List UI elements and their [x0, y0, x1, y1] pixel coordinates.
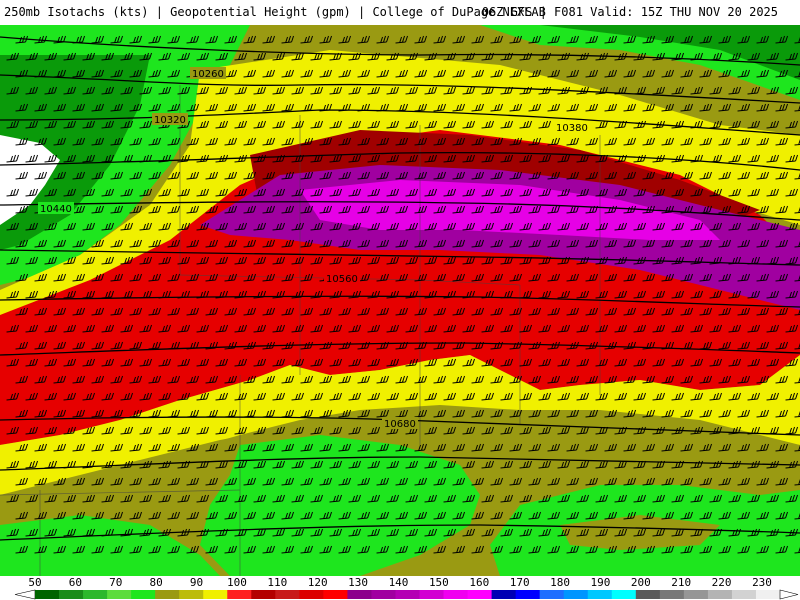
colorbar-swatch	[227, 590, 252, 599]
contour-label-10380: 10380	[556, 123, 588, 134]
colorbar-label: 130	[348, 576, 369, 589]
colorbar-label: 60	[68, 576, 82, 589]
colorbar-swatch	[611, 590, 637, 599]
colorbar-label: 100	[227, 576, 247, 589]
colorbar-swatch	[155, 590, 180, 599]
colorbar-swatch	[419, 590, 445, 599]
colorbar-labels: 50 60 70 80 90 100 110 120 130 140 150 160 170 180 190…	[0, 576, 800, 589]
colorbar-swatch	[299, 590, 324, 599]
colorbar-swatch	[443, 590, 469, 599]
colorbar-swatch	[539, 590, 565, 599]
colorbar-swatch	[371, 590, 396, 599]
colorbar-swatch	[203, 590, 228, 599]
contour-label-10320: 10320	[154, 115, 186, 126]
colorbar-swatch	[563, 590, 589, 599]
colorbar-swatch	[275, 590, 300, 599]
contour-label-10260: 10260	[192, 69, 224, 80]
colorbar-label: 180	[550, 576, 570, 589]
colorbar-label: 220	[711, 576, 732, 589]
colorbar-swatch	[515, 590, 541, 599]
colorbar-min-arrow	[14, 589, 36, 600]
colorbar-swatch	[683, 590, 709, 599]
colorbar-label: 80	[149, 576, 163, 589]
contour-label-10440: 10440	[40, 204, 72, 215]
colorbar-swatch	[323, 590, 348, 599]
colorbar-swatch	[107, 590, 132, 599]
map-header: 250mb Isotachs (kts) | Geopotential Heig…	[0, 0, 800, 25]
colorbar-swatch	[635, 590, 661, 599]
colorbar-label: 160	[469, 576, 490, 589]
colorbar-max-arrow	[779, 589, 799, 600]
contour-label-10680: 10680	[384, 419, 416, 430]
isotach-map: 10260 10320 10380 10440 10560 10680	[0, 25, 800, 576]
contour-label-10560: 10560	[326, 274, 358, 285]
colorbar-swatch	[83, 590, 108, 599]
isotach-colorbar: 50 60 70 80 90 100 110 120 130 140 150 160 170 180 190…	[0, 576, 800, 600]
colorbar-swatch	[491, 590, 517, 599]
colorbar-label: 70	[109, 576, 123, 589]
colorbar-swatch	[467, 590, 493, 599]
colorbar-label: 230	[752, 576, 772, 589]
colorbar-label: 90	[189, 576, 204, 589]
colorbar-label: 190	[590, 576, 611, 589]
colorbar-swatch	[179, 590, 204, 599]
colorbar-label: 170	[509, 576, 530, 589]
colorbar-swatch	[395, 590, 421, 599]
model-run-info: 06Z GFS | F081 Valid: 15Z THU NOV 20 202…	[481, 5, 778, 19]
colorbar-label: 120	[307, 576, 328, 589]
colorbar-label: 210	[671, 576, 692, 589]
colorbar-swatch	[731, 590, 757, 599]
colorbar-label: 50	[28, 576, 42, 589]
colorbar-swatch	[131, 590, 156, 599]
colorbar-swatch	[251, 590, 276, 599]
colorbar-label: 110	[267, 576, 288, 589]
colorbar-label: 150	[428, 576, 449, 589]
colorbar-swatch	[659, 590, 685, 599]
colorbar-swatch	[59, 590, 84, 599]
colorbar-swatch	[755, 590, 781, 599]
colorbar-swatch	[587, 590, 613, 599]
colorbar-strip	[14, 589, 799, 600]
colorbar-swatch	[707, 590, 733, 599]
colorbar-label: 200	[630, 576, 651, 589]
colorbar-label: 140	[388, 576, 409, 589]
map-title: 250mb Isotachs (kts) | Geopotential Heig…	[4, 5, 546, 19]
colorbar-swatch	[35, 590, 60, 599]
colorbar-swatch	[347, 590, 372, 599]
